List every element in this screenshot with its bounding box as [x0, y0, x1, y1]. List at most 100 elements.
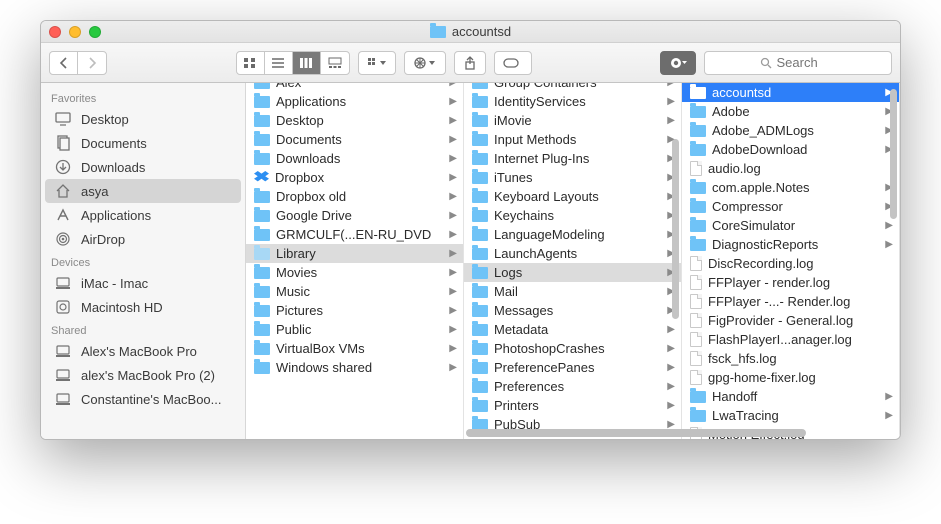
back-button[interactable]	[50, 52, 78, 74]
list-item-label: PhotoshopCrashes	[494, 341, 661, 356]
list-item[interactable]: Desktop▶	[246, 111, 463, 130]
folder-icon	[472, 267, 488, 279]
list-item[interactable]: Movies▶	[246, 263, 463, 282]
list-item[interactable]: Library▶	[246, 244, 463, 263]
list-item[interactable]: com.apple.Notes▶	[682, 178, 899, 197]
sidebar-item-label: Documents	[81, 136, 147, 151]
chevron-right-icon: ▶	[449, 324, 457, 335]
sidebar-item-label: asya	[81, 184, 108, 199]
list-item-label: Printers	[494, 398, 661, 413]
list-item-label: Handoff	[712, 389, 879, 404]
list-item[interactable]: FFPlayer - render.log	[682, 273, 899, 292]
sidebar-item-asya[interactable]: asya	[45, 179, 241, 203]
view-columns-button[interactable]	[293, 52, 321, 74]
titlebar[interactable]: accountsd	[41, 21, 900, 43]
list-item[interactable]: Pictures▶	[246, 301, 463, 320]
list-item[interactable]: PreferencePanes▶	[464, 358, 681, 377]
list-item-label: Compressor	[712, 199, 879, 214]
list-item[interactable]: LaunchAgents▶	[464, 244, 681, 263]
list-item[interactable]: Music▶	[246, 282, 463, 301]
sidebar-item-constantine-s-macboo-[interactable]: Constantine's MacBoo...	[41, 387, 245, 411]
sidebar-item-documents[interactable]: Documents	[41, 131, 245, 155]
list-item[interactable]: audio.log	[682, 159, 899, 178]
list-item[interactable]: Internet Plug-Ins▶	[464, 149, 681, 168]
list-item[interactable]: iMovie▶	[464, 111, 681, 130]
list-item[interactable]: AdobeDownload▶	[682, 140, 899, 159]
sidebar-item-alex-s-macbook-pro-2-[interactable]: alex's MacBook Pro (2)	[41, 363, 245, 387]
list-item[interactable]: Documents▶	[246, 130, 463, 149]
list-item[interactable]: LwaTracing▶	[682, 406, 899, 425]
vertical-scrollbar[interactable]	[890, 89, 897, 425]
sidebar-item-desktop[interactable]: Desktop	[41, 107, 245, 131]
list-item[interactable]: iTunes▶	[464, 168, 681, 187]
list-item[interactable]: Group Containers▶	[464, 83, 681, 92]
list-item[interactable]: Logs▶	[464, 263, 681, 282]
list-item[interactable]: accountsd▶	[682, 83, 899, 102]
sidebar-item-imac-imac[interactable]: iMac - Imac	[41, 271, 245, 295]
vertical-scrollbar[interactable]	[672, 89, 679, 425]
share-button[interactable]	[454, 51, 486, 75]
list-item[interactable]: gpg-home-fixer.log	[682, 368, 899, 387]
list-item[interactable]: Applications▶	[246, 92, 463, 111]
list-item[interactable]: DiagnosticReports▶	[682, 235, 899, 254]
list-item[interactable]: Mail▶	[464, 282, 681, 301]
list-item[interactable]: Public▶	[246, 320, 463, 339]
sidebar-item-alex-s-macbook-pro[interactable]: Alex's MacBook Pro	[41, 339, 245, 363]
list-item[interactable]: GRMCULF(...EN-RU_DVD▶	[246, 225, 463, 244]
folder-icon	[254, 83, 270, 89]
view-icons-button[interactable]	[237, 52, 265, 74]
minimize-button[interactable]	[69, 26, 81, 38]
list-item[interactable]: Metadata▶	[464, 320, 681, 339]
view-list-button[interactable]	[265, 52, 293, 74]
list-item[interactable]: Input Methods▶	[464, 130, 681, 149]
list-item-label: audio.log	[708, 161, 893, 176]
search-field[interactable]	[704, 51, 892, 75]
list-item[interactable]: FFPlayer -...- Render.log	[682, 292, 899, 311]
zoom-button[interactable]	[89, 26, 101, 38]
close-button[interactable]	[49, 26, 61, 38]
list-item[interactable]: FigProvider - General.log	[682, 311, 899, 330]
list-item[interactable]: Printers▶	[464, 396, 681, 415]
list-item[interactable]: Handoff▶	[682, 387, 899, 406]
chevron-right-icon: ▶	[449, 248, 457, 259]
list-item[interactable]: Preferences▶	[464, 377, 681, 396]
chevron-right-icon: ▶	[449, 286, 457, 297]
sidebar-item-label: AirDrop	[81, 232, 125, 247]
list-item[interactable]: LanguageModeling▶	[464, 225, 681, 244]
action-menu-button[interactable]	[405, 52, 445, 74]
list-item[interactable]: Compressor▶	[682, 197, 899, 216]
search-input[interactable]	[777, 55, 837, 70]
list-item[interactable]: Messages▶	[464, 301, 681, 320]
list-item[interactable]: Keyboard Layouts▶	[464, 187, 681, 206]
list-item[interactable]: Dropbox▶	[246, 168, 463, 187]
list-item[interactable]: Dropbox old▶	[246, 187, 463, 206]
list-item[interactable]: Windows shared▶	[246, 358, 463, 377]
list-item[interactable]: IdentityServices▶	[464, 92, 681, 111]
dropbox-smartsync-button[interactable]	[660, 51, 696, 75]
sidebar-item-downloads[interactable]: Downloads	[41, 155, 245, 179]
sidebar-item-applications[interactable]: Applications	[41, 203, 245, 227]
view-gallery-button[interactable]	[321, 52, 349, 74]
folder-icon	[254, 267, 270, 279]
list-item[interactable]: FlashPlayerI...anager.log	[682, 330, 899, 349]
forward-button[interactable]	[78, 52, 106, 74]
list-item[interactable]: Adobe_ADMLogs▶	[682, 121, 899, 140]
horizontal-scrollbar[interactable]	[456, 429, 890, 437]
sidebar-item-airdrop[interactable]: AirDrop	[41, 227, 245, 251]
folder-icon	[254, 210, 270, 222]
arrange-button[interactable]	[359, 52, 395, 74]
list-item[interactable]: Keychains▶	[464, 206, 681, 225]
list-item-label: gpg-home-fixer.log	[708, 370, 893, 385]
list-item-label: Downloads	[276, 151, 443, 166]
list-item[interactable]: DiscRecording.log	[682, 254, 899, 273]
list-item[interactable]: Downloads▶	[246, 149, 463, 168]
list-item[interactable]: VirtualBox VMs▶	[246, 339, 463, 358]
list-item[interactable]: PhotoshopCrashes▶	[464, 339, 681, 358]
list-item[interactable]: Google Drive▶	[246, 206, 463, 225]
list-item[interactable]: CoreSimulator▶	[682, 216, 899, 235]
sidebar-item-macintosh-hd[interactable]: Macintosh HD	[41, 295, 245, 319]
list-item[interactable]: fsck_hfs.log	[682, 349, 899, 368]
tags-button[interactable]	[494, 51, 532, 75]
list-item[interactable]: Alex▶	[246, 83, 463, 92]
list-item[interactable]: Adobe▶	[682, 102, 899, 121]
